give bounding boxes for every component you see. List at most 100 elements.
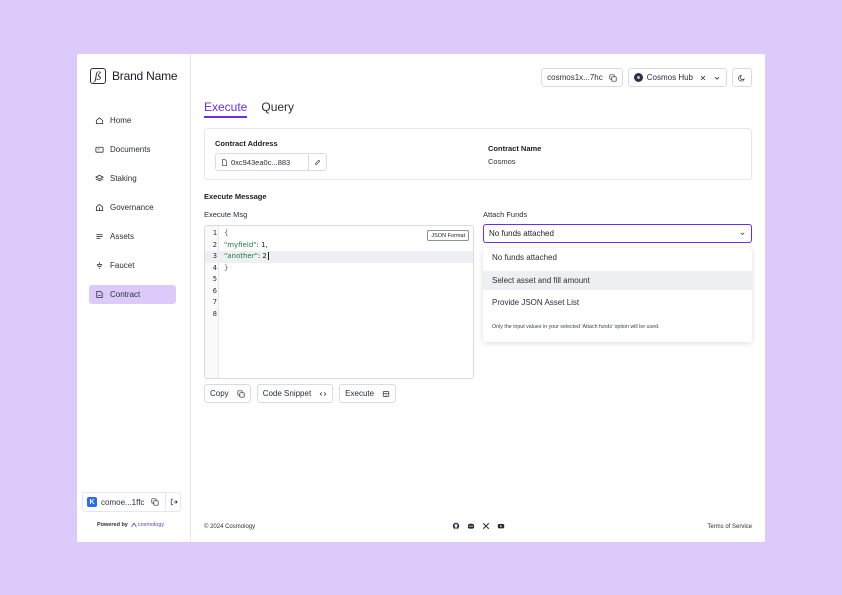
brand[interactable]: ß Brand Name xyxy=(90,68,178,84)
sidebar-item-assets[interactable]: Assets xyxy=(89,227,176,246)
sidebar-item-label: Assets xyxy=(110,232,135,241)
line-number: 3 xyxy=(212,252,217,260)
tab-execute[interactable]: Execute xyxy=(204,100,248,118)
sidebar-item-governance[interactable]: Governance xyxy=(89,198,176,217)
sidebar-nav: Home Documents Staking Governance Assets… xyxy=(89,111,176,314)
home-icon xyxy=(95,116,104,125)
edit-address-button[interactable] xyxy=(308,154,326,170)
chain-name: Cosmos Hub xyxy=(646,73,693,82)
line-number: 2 xyxy=(212,240,217,249)
cosmology-logo[interactable]: cosmology xyxy=(131,522,164,528)
code-snippet-label: Code Snippet xyxy=(262,389,312,398)
code-line-active: 3 "another": 2 xyxy=(205,251,473,263)
json-key: "myfield" xyxy=(224,240,257,249)
sidebar-item-label: Contract xyxy=(110,290,141,299)
main-content: cosmos1x...7hc Cosmos Hub Execute Query … xyxy=(191,54,765,542)
json-key: "another" xyxy=(224,252,258,260)
sidebar-item-documents[interactable]: Documents xyxy=(89,140,176,159)
code-text: { xyxy=(224,229,229,237)
json-value: 2 xyxy=(262,252,267,260)
line-number: 7 xyxy=(212,298,217,306)
contract-name-label: Contract Name xyxy=(488,144,542,153)
sidebar-item-faucet[interactable]: Faucet xyxy=(89,256,176,275)
cosmology-label: cosmology xyxy=(137,522,165,528)
governance-icon xyxy=(95,203,104,212)
attach-funds-select[interactable]: No funds attached xyxy=(483,224,752,243)
file-icon xyxy=(222,158,227,166)
text-caret xyxy=(267,252,269,260)
copy-icon xyxy=(237,389,245,398)
code-line: 8 xyxy=(205,309,473,321)
execute-msg-label: Execute Msg xyxy=(204,210,248,219)
line-number: 8 xyxy=(212,309,217,318)
json-format-button[interactable]: JSON Format xyxy=(427,230,469,241)
contract-address-field[interactable]: 0xc943ea0c...883 xyxy=(215,153,327,171)
contract-address-value: 0xc943ea0c...883 xyxy=(216,158,308,167)
clear-icon[interactable] xyxy=(699,74,707,82)
brand-name: Brand Name xyxy=(112,69,178,83)
cosmology-icon xyxy=(131,522,137,528)
sidebar-item-home[interactable]: Home xyxy=(89,111,176,130)
theme-toggle-button[interactable] xyxy=(732,68,752,87)
line-number: 6 xyxy=(212,286,217,295)
divider xyxy=(165,492,167,512)
sidebar: ß Brand Name Home Documents Staking Gove… xyxy=(77,54,191,542)
code-icon xyxy=(319,391,327,396)
code-line: 6 xyxy=(205,286,473,298)
copyright: © 2024 Cosmology xyxy=(204,524,256,530)
sidebar-item-contract[interactable]: Contract xyxy=(89,285,176,304)
logout-icon[interactable] xyxy=(170,498,179,506)
topbar: cosmos1x...7hc Cosmos Hub xyxy=(541,68,752,87)
contract-name-value: Cosmos xyxy=(488,157,516,166)
execute-icon xyxy=(382,390,390,397)
sidebar-item-label: Governance xyxy=(110,203,154,212)
execute-button[interactable]: Execute xyxy=(339,384,397,403)
sidebar-item-label: Faucet xyxy=(110,261,135,270)
terms-of-service-link[interactable]: Terms of Service xyxy=(707,524,752,530)
cosmos-hub-icon xyxy=(633,73,643,82)
copy-button[interactable]: Copy xyxy=(204,384,251,403)
app-window: ß Brand Name Home Documents Staking Gove… xyxy=(77,54,765,542)
discord-icon[interactable] xyxy=(467,522,475,530)
code-snippet-button[interactable]: Code Snippet xyxy=(256,384,334,403)
youtube-icon[interactable] xyxy=(497,522,505,530)
contract-card: Contract Address 0xc943ea0c...883 Contra… xyxy=(204,128,752,180)
moon-icon xyxy=(738,74,746,82)
contract-address-text: 0xc943ea0c...883 xyxy=(231,157,291,167)
contract-address-label: Contract Address xyxy=(215,139,278,148)
line-number: 1 xyxy=(212,229,217,237)
json-value: 1, xyxy=(261,240,268,249)
chain-selector[interactable]: Cosmos Hub xyxy=(627,68,727,87)
funds-option-select-asset[interactable]: Select asset and fill amount xyxy=(483,270,752,290)
powered-by: Powered by cosmology xyxy=(97,522,164,528)
social-links xyxy=(452,522,505,530)
x-twitter-icon[interactable] xyxy=(482,522,490,530)
editor-actions: Copy Code Snippet Execute xyxy=(204,384,397,403)
github-icon[interactable] xyxy=(452,522,460,530)
code-text: } xyxy=(224,263,229,272)
sidebar-item-label: Documents xyxy=(110,145,151,154)
pencil-icon xyxy=(315,159,321,165)
copy-button-label: Copy xyxy=(210,389,229,398)
funds-option-none[interactable]: No funds attached xyxy=(483,248,752,267)
copy-icon[interactable] xyxy=(609,73,617,82)
wallet-address: comoe...1ffc xyxy=(101,497,145,507)
funds-note: Only the input values in your selected '… xyxy=(492,324,660,330)
code-line: 7 xyxy=(205,297,473,309)
layers-icon xyxy=(95,174,104,183)
chevron-down-icon xyxy=(713,74,721,82)
code-editor[interactable]: 1 { 2 "myfield": 1, 3 "another": 2 4 } 5… xyxy=(204,225,474,379)
attach-funds-label: Attach Funds xyxy=(483,210,528,219)
sidebar-item-staking[interactable]: Staking xyxy=(89,169,176,188)
documents-icon xyxy=(95,145,104,154)
copy-icon[interactable] xyxy=(151,498,159,506)
powered-by-label: Powered by xyxy=(97,522,128,528)
code-line: 4 } xyxy=(205,263,473,275)
tab-query[interactable]: Query xyxy=(261,100,294,118)
execute-message-title: Execute Message xyxy=(204,192,267,201)
code-text: "myfield": 1, xyxy=(224,241,268,249)
funds-option-json-list[interactable]: Provide JSON Asset List xyxy=(483,293,752,312)
faucet-icon xyxy=(95,261,104,270)
code-line: 5 xyxy=(205,274,473,286)
address-pill[interactable]: cosmos1x...7hc xyxy=(541,68,623,87)
